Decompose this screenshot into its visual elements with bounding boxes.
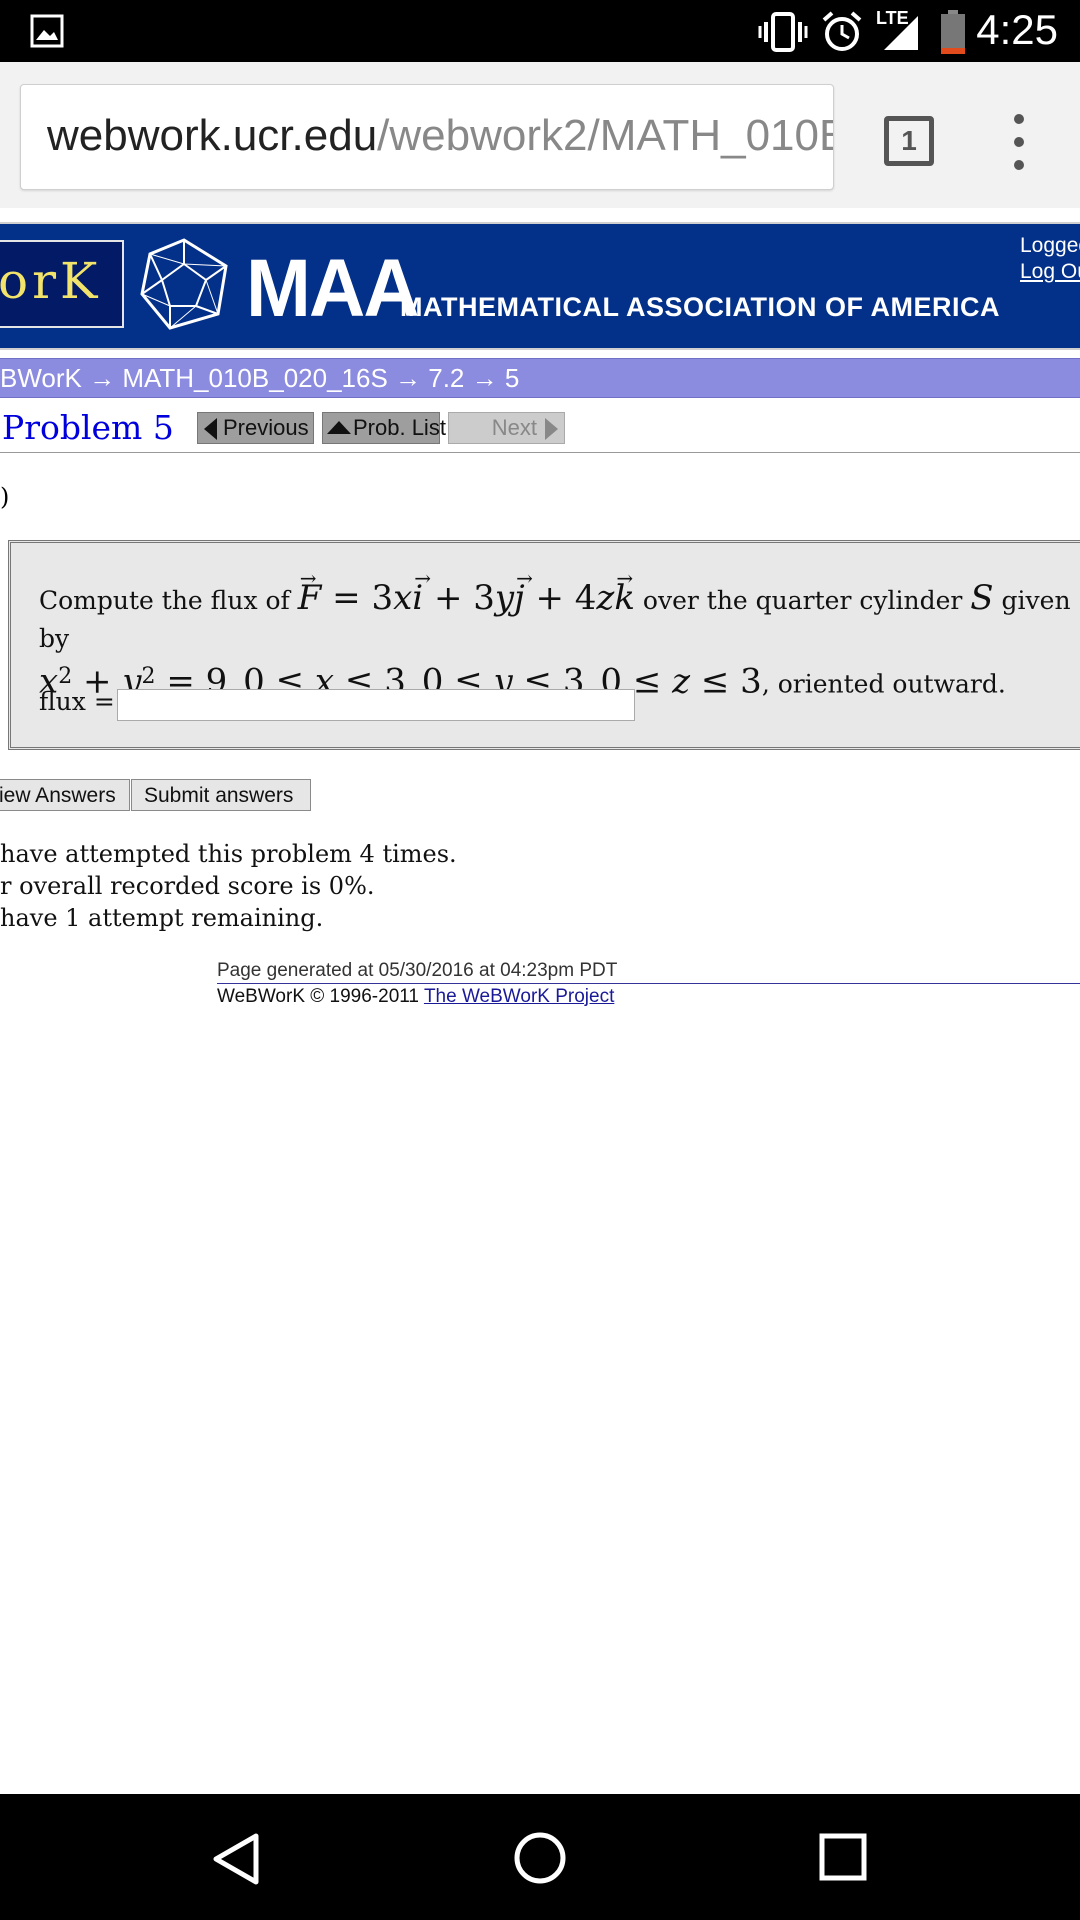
- url-host: webwork.ucr.edu: [47, 111, 378, 160]
- back-icon[interactable]: [210, 1832, 262, 1886]
- footer-divider: [217, 983, 1080, 984]
- preview-answers-button[interactable]: iew Answers: [0, 779, 130, 811]
- page-generated-time: Page generated at 05/30/2016 at 04:23pm …: [217, 960, 618, 981]
- triangle-right-icon: [545, 418, 558, 441]
- home-icon[interactable]: [512, 1830, 568, 1886]
- copyright-text: WeBWorK © 1996-2011: [217, 986, 424, 1007]
- triangle-left-icon: [204, 418, 217, 441]
- problem-statement: Compute the flux of F = 3xi + 3yj + 4zk …: [39, 559, 1079, 703]
- maa-full-name: MATHEMATICAL ASSOCIATION OF AMERICA: [400, 292, 1000, 322]
- logout-link[interactable]: Log Out: [1020, 260, 1080, 284]
- image-icon: [30, 14, 64, 48]
- maa-logo-text: MAA: [246, 243, 420, 334]
- score-text: r overall recorded score is 0%.: [0, 872, 375, 900]
- address-bar[interactable]: webwork.ucr.edu/webwork2/MATH_010B_020_1…: [20, 84, 834, 190]
- triangle-up-icon: [327, 420, 351, 434]
- logo-text: orK: [0, 252, 102, 310]
- problem-text-4: , oriented outward.: [761, 669, 1006, 699]
- previous-label: Previous: [223, 415, 309, 440]
- problem-statement-box: Compute the flux of F = 3xi + 3yj + 4zk …: [8, 540, 1080, 750]
- header-divider: [0, 452, 1080, 453]
- previous-button[interactable]: Previous: [197, 412, 314, 444]
- flux-answer-input[interactable]: [117, 689, 635, 721]
- webwork-logo[interactable]: orK: [0, 240, 124, 328]
- maa-polyhedron-icon: [140, 238, 228, 330]
- breadcrumb[interactable]: BWorK → MATH_010B_020_16S → 7.2 → 5: [0, 358, 1080, 398]
- system-nav-bar: [0, 1794, 1080, 1920]
- clock: 4:25: [976, 6, 1058, 53]
- attempts-remaining: have 1 attempt remaining.: [0, 904, 324, 932]
- copyright: WeBWorK © 1996-2011 The WeBWorK Project: [217, 986, 614, 1008]
- problem-list-label: Prob. List: [353, 415, 446, 440]
- attempts-count: have attempted this problem 4 times.: [0, 840, 457, 868]
- problem-text-2: over the quarter cylinder: [634, 586, 971, 615]
- problem-list-button[interactable]: Prob. List: [322, 412, 446, 444]
- signal-icon: [884, 16, 918, 50]
- url-path: /webwork2/MATH_010B_020_16S/7.2/5/: [377, 111, 833, 160]
- recent-apps-icon[interactable]: [818, 1832, 868, 1882]
- submit-answers-button[interactable]: Submit answers: [131, 779, 311, 811]
- webwork-project-link[interactable]: The WeBWorK Project: [424, 986, 614, 1007]
- logged-in-label: Logged in as: [1020, 234, 1080, 257]
- battery-icon: [941, 10, 965, 54]
- overflow-menu-icon[interactable]: [1008, 114, 1030, 178]
- alarm-icon: [822, 11, 862, 51]
- status-bar: LTE 4:25: [0, 0, 1080, 62]
- page-title: Problem 5: [2, 408, 174, 447]
- tab-switcher-button[interactable]: 1: [884, 116, 934, 166]
- flux-label: flux =: [39, 687, 115, 716]
- text-fragment: ): [0, 483, 10, 511]
- vibrate-icon: [758, 12, 808, 52]
- next-button[interactable]: Next: [448, 412, 565, 444]
- site-banner: orK MAA MATHEMATICAL ASSOCIATION OF AMER…: [0, 222, 1080, 350]
- browser-toolbar: webwork.ucr.edu/webwork2/MATH_010B_020_1…: [0, 62, 1080, 208]
- problem-text-1: Compute the flux of: [39, 586, 298, 615]
- next-label: Next: [491, 415, 537, 440]
